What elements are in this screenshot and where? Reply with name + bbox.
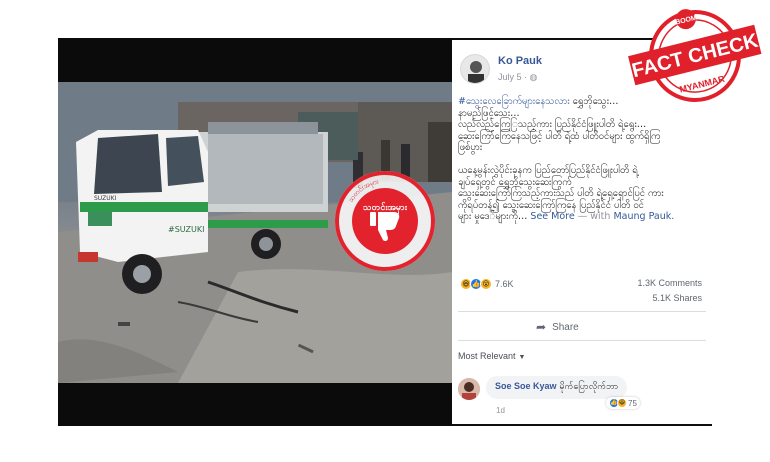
post-body: #သွေးလေခြောက်များနေသလား ရွှေဘိုသွေး… နာမ… (458, 96, 706, 223)
tagged-user-link[interactable]: Maung Pauk. (613, 211, 674, 222)
comment-reactions[interactable]: 👍 😆 75 (606, 397, 640, 409)
comment-time[interactable]: 1d (496, 406, 505, 415)
post-meta: July 5 · ◍ (498, 72, 537, 83)
seal-center-text: သတင်းအမှား (363, 202, 408, 214)
post-paragraph-1: နာမည်ဖြင့်သေး… လည်လည်ကြေြသည့်ကား ပြည်နို… (458, 107, 661, 154)
with-label: — with (577, 211, 611, 222)
globe-icon: ◍ (529, 72, 538, 82)
action-divider-top (458, 311, 706, 312)
comment-reaction-count: 75 (628, 398, 637, 408)
comments-count[interactable]: 1.3K Comments (637, 278, 702, 288)
wow-reaction-icon: 😮 (480, 278, 492, 290)
post-hashtag[interactable]: #သွေးလေခြောက်များနေသလား (458, 96, 570, 107)
commenter-name[interactable]: Soe Soe Kyaw (495, 381, 557, 391)
shares-count[interactable]: 5.1K Shares (652, 293, 702, 303)
article-hero-image: #SUZUKI SUZUKI သတင်းအမှား သတင်းအမှား Ko … (0, 0, 770, 462)
caret-down-icon: ▼ (518, 354, 526, 361)
reaction-summary[interactable]: 😆 👍 😮 7.6K (460, 278, 514, 290)
truck-side-text: #SUZUKI (168, 225, 204, 234)
comment-item: Soe Soe Kyaw မိုက်ပြောလိုက်ဘာ 1d 👍 😆 75 (458, 374, 706, 422)
share-label: Share (552, 321, 579, 333)
share-arrow-icon: ➦ (536, 320, 547, 334)
truck-brand-text: SUZUKI (94, 195, 117, 202)
author-avatar[interactable] (460, 54, 490, 84)
share-button[interactable]: ➦ Share (536, 320, 579, 334)
comment-sort-dropdown[interactable]: Most Relevant ▼ (458, 351, 525, 361)
comment-bubble: Soe Soe Kyaw မိုက်ပြောလိုက်ဘာ (486, 376, 628, 399)
comment-sort-label: Most Relevant (458, 351, 516, 361)
false-news-seal: သတင်းအမှား သတင်းအမှား (330, 166, 440, 276)
haha-reaction-icon: 😆 (617, 398, 627, 408)
post-date[interactable]: July 5 (498, 72, 522, 82)
boom-fact-check-stamp: BOOM FACT CHECK MYANMAR (620, 4, 770, 108)
author-name[interactable]: Ko Pauk (498, 55, 542, 67)
reaction-count: 7.6K (495, 279, 514, 289)
action-divider-bottom (458, 340, 706, 341)
commenter-avatar[interactable] (458, 378, 480, 400)
comment-text: မိုက်ပြောလိုက်ဘာ (559, 382, 619, 392)
see-more-link[interactable]: See More (530, 211, 574, 222)
post-text-line-1: ရွှေဘိုသွေး… (569, 96, 619, 107)
